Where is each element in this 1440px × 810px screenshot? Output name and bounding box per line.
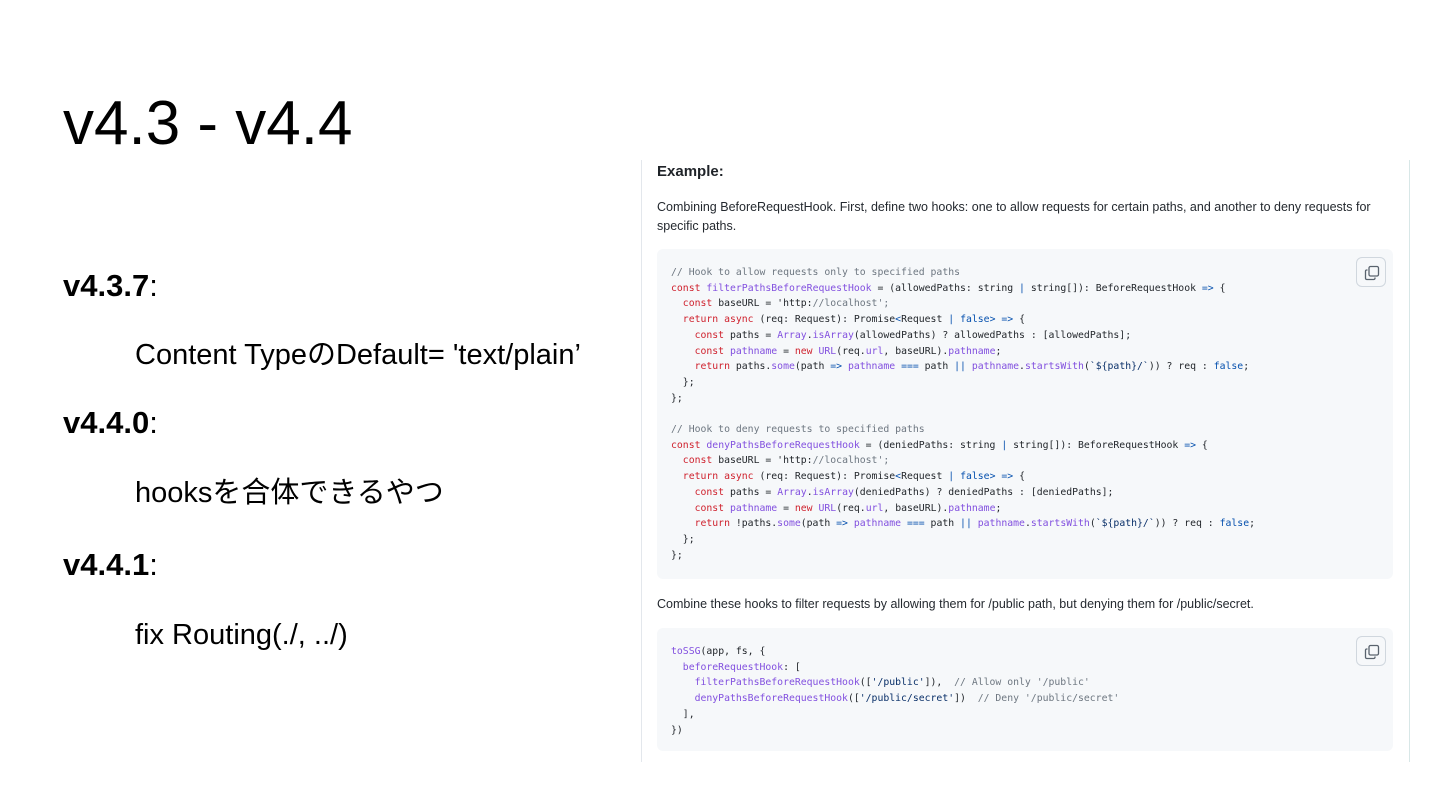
code-hooks: // Hook to allow requests only to specif… — [671, 265, 1255, 563]
code-line: return paths.some(path => pathname === p… — [694, 361, 1250, 373]
code-line: ], — [671, 708, 695, 720]
code-line: }; — [671, 392, 683, 404]
version-colon: : — [149, 405, 158, 440]
code-line: const baseURL = 'http://localhost'; — [682, 455, 890, 467]
code-line: }; — [671, 376, 695, 388]
code-line: denyPathsBeforeRequestHook(['/public/sec… — [694, 693, 1120, 705]
copy-button[interactable] — [1356, 636, 1386, 666]
code-line: const pathname = new URL(req.url, baseUR… — [694, 502, 1002, 514]
code-line: beforeRequestHook: [ — [682, 661, 801, 673]
code-line: // Hook to deny requests to specified pa… — [671, 424, 925, 436]
code-line: const paths = Array.isArray(deniedPaths)… — [694, 486, 1114, 498]
code-line: }; — [671, 533, 695, 545]
version-note: fix Routing(./, ../) — [135, 619, 348, 651]
code-line: const pathname = new URL(req.url, baseUR… — [694, 345, 1002, 357]
code-line: return async (req: Request): Promise<Req… — [682, 471, 1025, 483]
code-line: return async (req: Request): Promise<Req… — [682, 314, 1025, 326]
copy-icon — [1364, 644, 1380, 660]
version-v4-4-1: v4.4.1: — [63, 547, 158, 583]
code-block-tossg: toSSG(app, fs, { beforeRequestHook: [ fi… — [657, 628, 1393, 751]
version-note: Content TypeのDefault= 'text/plain’ — [135, 339, 581, 371]
code-block-hooks: // Hook to allow requests only to specif… — [657, 249, 1393, 579]
code-line: }) — [671, 724, 683, 736]
version-note: hooksを合体できるやつ — [135, 477, 444, 509]
code-line: toSSG(app, fs, { — [671, 646, 766, 657]
code-line: return !paths.some(path => pathname === … — [694, 518, 1256, 530]
copy-button[interactable] — [1356, 257, 1386, 287]
code-line: const paths = Array.isArray(allowedPaths… — [694, 329, 1132, 341]
code-tossg: toSSG(app, fs, { beforeRequestHook: [ fi… — [671, 644, 1119, 738]
version-v4-4-0: v4.4.0: — [63, 405, 158, 441]
example-screenshot-panel: Example: Combining BeforeRequestHook. Fi… — [641, 160, 1410, 762]
version-label: v4.4.1 — [63, 547, 150, 582]
copy-icon — [1364, 265, 1380, 281]
version-label: v4.4.0 — [63, 405, 150, 440]
example-heading: Example: — [657, 163, 724, 180]
slide-title: v4.3 - v4.4 — [63, 89, 353, 158]
code-line: // Hook to allow requests only to specif… — [671, 267, 961, 278]
version-colon: : — [149, 268, 158, 303]
code-line: }; — [671, 549, 683, 561]
example-middle-text: Combine these hooks to filter requests b… — [657, 597, 1254, 611]
code-line: filterPathsBeforeRequestHook(['/public']… — [694, 677, 1090, 689]
code-line: const filterPathsBeforeRequestHook = (al… — [671, 282, 1226, 294]
version-v4-3-7: v4.3.7: — [63, 268, 158, 304]
version-label: v4.3.7 — [63, 268, 150, 303]
version-colon: : — [149, 547, 158, 582]
example-intro-text: Combining BeforeRequestHook. First, defi… — [657, 200, 1371, 233]
code-line: const denyPathsBeforeRequestHook = (deni… — [671, 439, 1208, 451]
code-line: const baseURL = 'http://localhost'; — [682, 298, 890, 310]
